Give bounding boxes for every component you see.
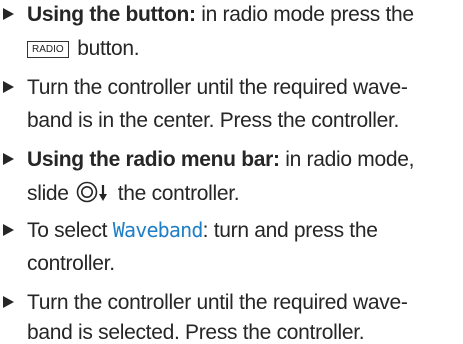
step-1-line-1: Using the button: in radio mode press th…: [27, 3, 414, 26]
step-2-line-2: band is in the center. Press the control…: [27, 109, 400, 132]
radio-key-label: RADIO: [27, 41, 69, 58]
bullet-arrow-icon: [3, 224, 14, 236]
bullet-arrow-icon: [3, 296, 14, 308]
bullet-arrow-icon: [3, 81, 14, 93]
instruction-page: Using the button: in radio mode press th…: [0, 0, 463, 343]
step-4-line-2: controller.: [27, 252, 115, 275]
step-5-line-1: Turn the controller until the required w…: [27, 291, 408, 314]
step-3-line-1: Using the radio menu bar: in radio mode,: [27, 148, 415, 171]
step-1-bold-heading: Using the button:: [27, 3, 196, 26]
controller-slide-down-icon: [76, 181, 110, 207]
step-3-bold-heading: Using the radio menu bar:: [27, 148, 280, 171]
waveband-menu-term: Waveband: [112, 218, 204, 242]
bullet-arrow-icon: [3, 8, 14, 20]
step-1-line-2: RADIO button.: [27, 38, 140, 59]
step-4-line-1: To select Waveband: turn and press the: [27, 218, 378, 242]
step-3-line-2: slide the controller.: [27, 181, 240, 207]
step-5-line-2: band is selected. Press the controller.: [27, 321, 365, 344]
bullet-arrow-icon: [3, 153, 14, 165]
step-2-line-1: Turn the controller until the required w…: [27, 76, 408, 99]
